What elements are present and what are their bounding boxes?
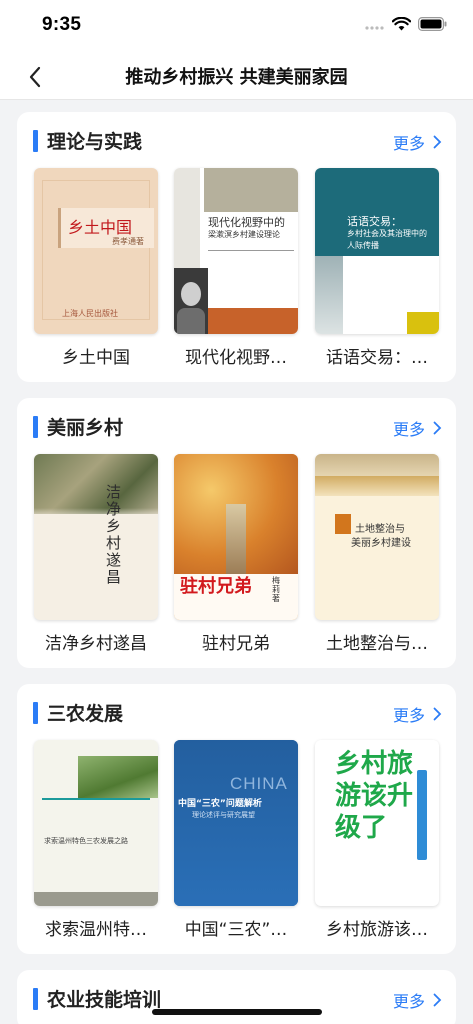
section-title: 农业技能培训 bbox=[47, 989, 162, 1011]
book-cover: 土地整治与 美丽乡村建设 bbox=[315, 454, 439, 620]
section-theory-practice: 理论与实践 更多 乡土中国 费孝通著 上海人民出版社 乡土中国 现代化视野中的 … bbox=[17, 112, 456, 382]
cover-title: 求索温州特色三农发展之路 bbox=[44, 837, 128, 845]
section-header: 理论与实践 更多 bbox=[17, 126, 456, 156]
cover-subtitle: 乡村社会及其治理中的 bbox=[347, 229, 427, 238]
cover-subtitle-2: 人际传播 bbox=[347, 241, 379, 250]
chevron-right-icon bbox=[433, 707, 442, 721]
signal-icon bbox=[365, 16, 385, 35]
cover-title: 现代化视野中的 bbox=[208, 216, 285, 229]
book-title: 中国“三农”… bbox=[184, 920, 288, 940]
section-skills-training: 农业技能培训 更多 bbox=[17, 970, 456, 1024]
cover-subtitle: 梁漱溟乡村建设理论 bbox=[208, 230, 280, 239]
chevron-right-icon bbox=[433, 135, 442, 149]
chevron-right-icon bbox=[433, 993, 442, 1007]
chevron-right-icon bbox=[433, 421, 442, 435]
cover-photo bbox=[174, 268, 208, 334]
book-cover: 洁净乡村遂昌 bbox=[34, 454, 158, 620]
section-title: 美丽乡村 bbox=[47, 417, 124, 439]
cover-title: 话语交易： bbox=[347, 215, 402, 228]
status-bar: 9:35 bbox=[0, 0, 473, 52]
book-list: 求索温州特色三农发展之路 求索温州特… CHINA 中国“三农”问题解析 理论述… bbox=[34, 740, 439, 940]
battery-icon bbox=[418, 16, 447, 35]
book-item[interactable]: 现代化视野中的 梁漱溟乡村建设理论 现代化视野… bbox=[174, 168, 298, 368]
book-title: 洁净乡村遂昌 bbox=[45, 634, 147, 654]
book-item[interactable]: 驻村兄弟 梅莉著 驻村兄弟 bbox=[174, 454, 298, 654]
book-item[interactable]: 乡村旅游该升级了 乡村旅游该… bbox=[315, 740, 439, 940]
book-cover: 驻村兄弟 梅莉著 bbox=[174, 454, 298, 620]
section-agriculture-development: 三农发展 更多 求索温州特色三农发展之路 求索温州特… CHINA 中国“三农”… bbox=[17, 684, 456, 954]
book-cover: CHINA 中国“三农”问题解析 理论述评与研究展望 bbox=[174, 740, 298, 906]
more-label: 更多 bbox=[392, 420, 425, 439]
more-label: 更多 bbox=[392, 992, 425, 1011]
section-accent-bar bbox=[33, 416, 38, 438]
status-time: 9:35 bbox=[42, 14, 82, 35]
section-beautiful-village: 美丽乡村 更多 洁净乡村遂昌 洁净乡村遂昌 驻村兄弟 梅莉著 驻村兄弟 土地整治… bbox=[17, 398, 456, 668]
book-item[interactable]: CHINA 中国“三农”问题解析 理论述评与研究展望 中国“三农”… bbox=[174, 740, 298, 940]
book-cover: 求索温州特色三农发展之路 bbox=[34, 740, 158, 906]
cover-publisher: 上海人民出版社 bbox=[62, 309, 118, 318]
section-accent-bar bbox=[33, 988, 38, 1010]
book-cover: 乡土中国 费孝通著 上海人民出版社 bbox=[34, 168, 158, 334]
more-button[interactable]: 更多 bbox=[393, 416, 442, 440]
section-header: 三农发展 更多 bbox=[17, 698, 456, 728]
book-cover: 现代化视野中的 梁漱溟乡村建设理论 bbox=[174, 168, 298, 334]
book-title: 求索温州特… bbox=[45, 920, 147, 940]
book-title: 乡村旅游该… bbox=[326, 920, 428, 940]
wifi-icon bbox=[391, 16, 412, 35]
book-item[interactable]: 土地整治与 美丽乡村建设 土地整治与… bbox=[315, 454, 439, 654]
book-title: 话语交易：… bbox=[326, 348, 428, 368]
book-cover: 乡村旅游该升级了 bbox=[315, 740, 439, 906]
cover-title: 中国“三农”问题解析 bbox=[178, 799, 262, 809]
more-label: 更多 bbox=[392, 706, 425, 725]
more-label: 更多 bbox=[392, 134, 425, 153]
section-title: 理论与实践 bbox=[47, 131, 143, 153]
cover-subtitle: 美丽乡村建设 bbox=[351, 538, 411, 549]
book-list: 乡土中国 费孝通著 上海人民出版社 乡土中国 现代化视野中的 梁漱溟乡村建设理论… bbox=[34, 168, 439, 368]
cover-author: 费孝通著 bbox=[112, 237, 144, 246]
page-title: 推动乡村振兴 共建美丽家园 bbox=[125, 67, 348, 88]
home-indicator[interactable] bbox=[152, 1009, 322, 1015]
book-item[interactable]: 洁净乡村遂昌 洁净乡村遂昌 bbox=[34, 454, 158, 654]
book-list: 洁净乡村遂昌 洁净乡村遂昌 驻村兄弟 梅莉著 驻村兄弟 土地整治与 美丽乡村建设 bbox=[34, 454, 439, 654]
more-button[interactable]: 更多 bbox=[393, 988, 442, 1012]
book-title: 驻村兄弟 bbox=[202, 634, 270, 654]
cover-author: 梅莉著 bbox=[272, 576, 280, 603]
book-title: 现代化视野… bbox=[185, 348, 287, 368]
cover-en-title: CHINA bbox=[230, 774, 288, 793]
section-header: 美丽乡村 更多 bbox=[17, 412, 456, 442]
cover-title: 驻村兄弟 bbox=[180, 576, 252, 597]
more-button[interactable]: 更多 bbox=[393, 702, 442, 726]
book-title: 土地整治与… bbox=[326, 634, 428, 654]
section-accent-bar bbox=[33, 130, 38, 152]
cover-title: 土地整治与 bbox=[355, 524, 405, 535]
book-item[interactable]: 乡土中国 费孝通著 上海人民出版社 乡土中国 bbox=[34, 168, 158, 368]
cover-title: 乡村旅游该升级了 bbox=[335, 749, 414, 843]
more-button[interactable]: 更多 bbox=[393, 130, 442, 154]
section-accent-bar bbox=[33, 702, 38, 724]
section-title: 三农发展 bbox=[47, 703, 124, 725]
cover-title: 乡土中国 bbox=[68, 218, 133, 237]
book-title: 乡土中国 bbox=[62, 348, 130, 368]
book-item[interactable]: 话语交易： 乡村社会及其治理中的 人际传播 话语交易：… bbox=[315, 168, 439, 368]
nav-bar: 推动乡村振兴 共建美丽家园 bbox=[0, 52, 473, 100]
status-icons bbox=[365, 16, 447, 35]
book-item[interactable]: 求索温州特色三农发展之路 求索温州特… bbox=[34, 740, 158, 940]
book-cover: 话语交易： 乡村社会及其治理中的 人际传播 bbox=[315, 168, 439, 334]
cover-title: 洁净乡村遂昌 bbox=[106, 483, 122, 586]
cover-subtitle: 理论述评与研究展望 bbox=[192, 811, 255, 819]
